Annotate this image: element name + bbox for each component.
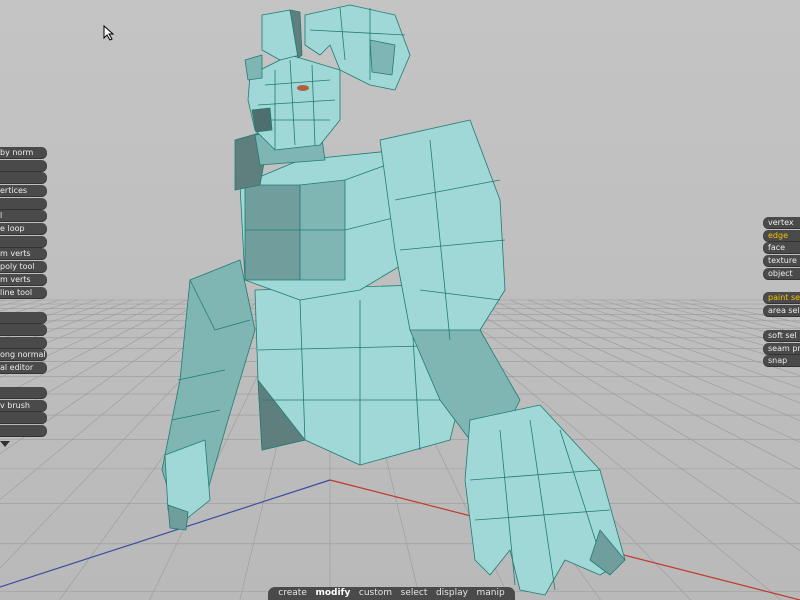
left-tool-button[interactable] <box>0 198 47 209</box>
right-tool-vertex-button[interactable]: vertex <box>763 217 800 228</box>
left-tool-button[interactable] <box>0 312 47 323</box>
right-tool-face-button[interactable]: face <box>763 242 800 253</box>
left-tool-button[interactable]: v brush <box>0 400 47 411</box>
z-axis-line <box>0 479 331 588</box>
left-tool-button[interactable] <box>0 425 47 436</box>
right-tool-texture-button[interactable]: texture <box>763 255 800 266</box>
right-tool-edge-button[interactable]: edge <box>763 230 800 241</box>
menu-modify-button[interactable]: modify <box>315 587 350 600</box>
scene-canvas[interactable] <box>0 0 800 600</box>
left-tool-button[interactable] <box>0 236 47 247</box>
left-tool-button[interactable]: e loop <box>0 223 47 234</box>
left-tool-button[interactable]: al editor <box>0 362 47 373</box>
left-tool-button[interactable] <box>0 337 47 348</box>
left-tool-button[interactable]: ong normal <box>0 349 47 360</box>
left-tool-button[interactable] <box>0 160 47 171</box>
left-tool-button[interactable]: by norm <box>0 147 47 158</box>
menu-custom-button[interactable]: custom <box>359 587 392 600</box>
menu-display-button[interactable]: display <box>436 587 468 600</box>
left-tool-button[interactable] <box>0 387 47 398</box>
3d-viewport[interactable]: by norm ertices l e loop m verts poly tool m v… <box>0 0 800 600</box>
left-tool-button[interactable] <box>0 324 47 335</box>
menu-select-button[interactable]: select <box>401 587 428 600</box>
left-tool-button[interactable] <box>0 172 47 183</box>
right-tool-snap-button[interactable]: snap <box>763 355 800 366</box>
bottom-menu-bar: create modify custom select display manip <box>268 587 515 600</box>
right-tool-area-sel-button[interactable]: area sel <box>763 305 800 316</box>
right-tool-paint-sel-button[interactable]: paint sel <box>763 292 800 303</box>
chevron-down-icon[interactable] <box>0 441 10 447</box>
left-tool-button[interactable]: m verts <box>0 274 47 285</box>
menu-manip-button[interactable]: manip <box>477 587 505 600</box>
arrow-cursor-icon <box>103 25 115 41</box>
right-tool-object-button[interactable]: object <box>763 268 800 279</box>
right-tool-soft-sel-button[interactable]: soft sel <box>763 330 800 341</box>
left-tool-button[interactable]: line tool <box>0 287 47 298</box>
menu-create-button[interactable]: create <box>278 587 307 600</box>
left-tool-button[interactable]: ertices <box>0 185 47 196</box>
left-tool-button[interactable]: poly tool <box>0 261 47 272</box>
left-tool-button[interactable]: l <box>0 210 47 221</box>
left-tool-button[interactable] <box>0 412 47 423</box>
right-tool-seam-pro-button[interactable]: seam pro <box>763 343 800 354</box>
left-tool-button[interactable]: m verts <box>0 248 47 259</box>
